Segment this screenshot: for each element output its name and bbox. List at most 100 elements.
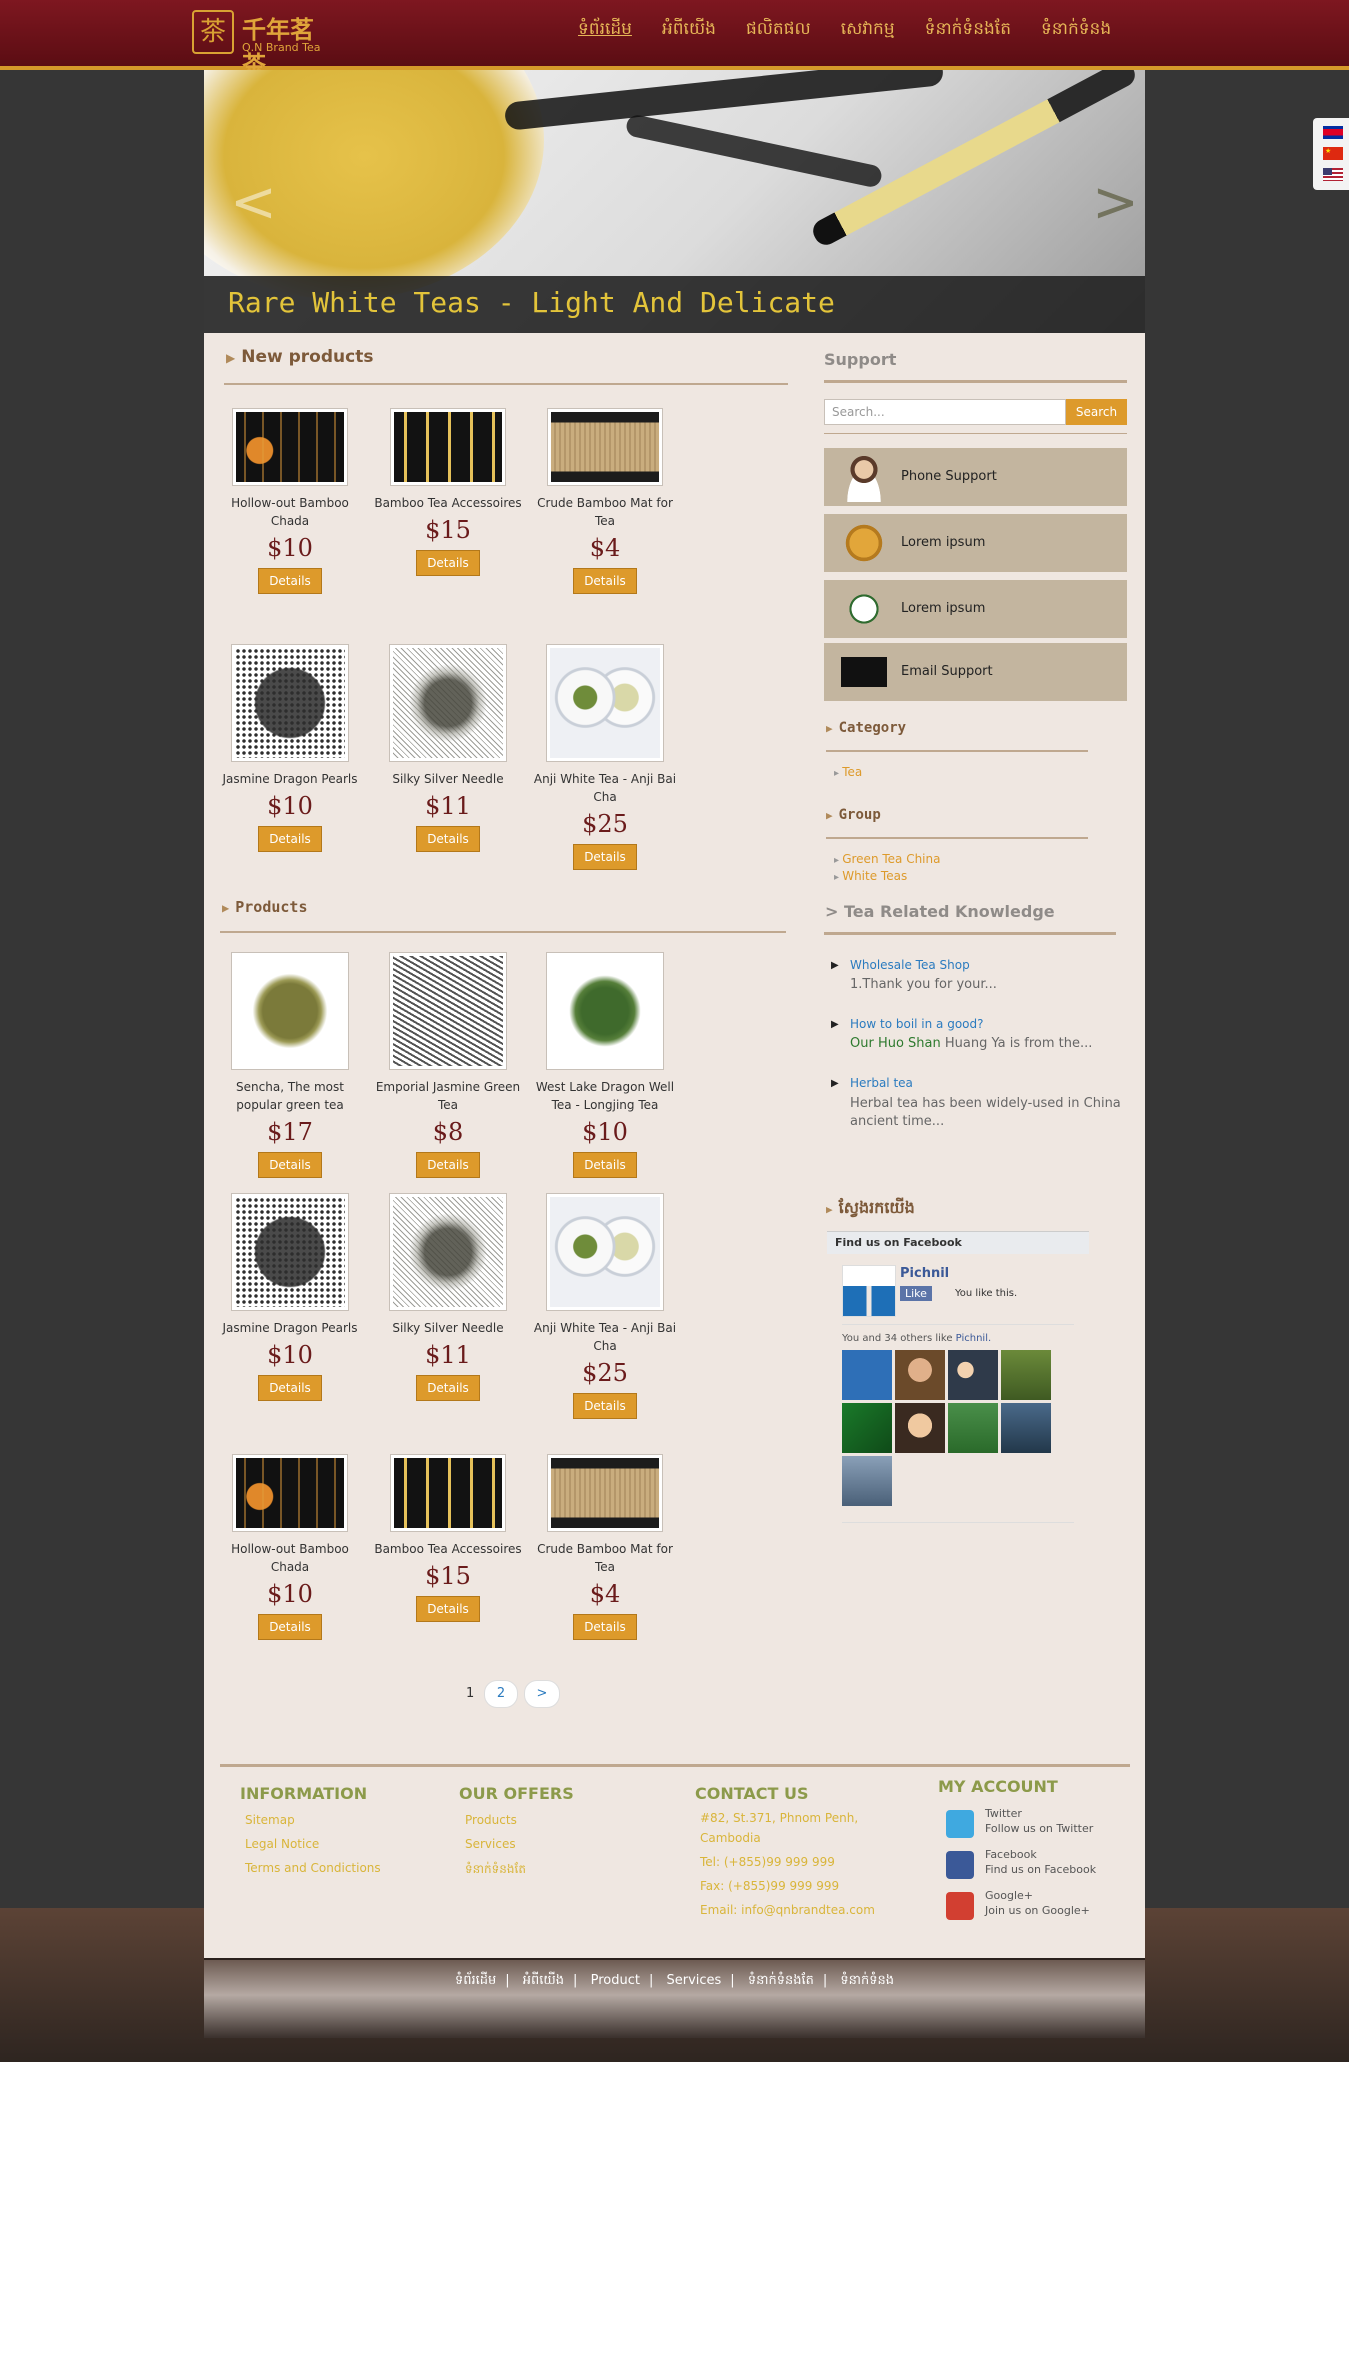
product-image[interactable] [389,952,507,1070]
fan-avatar[interactable] [1001,1403,1051,1453]
twitter-text[interactable]: Twitter Follow us on Twitter [985,1806,1093,1836]
support-item-2[interactable]: Lorem ipsum [824,514,1127,572]
bottom-nav-tea-contact[interactable]: ទំនាក់ទំនងតែ [748,1973,814,1988]
product-name[interactable]: West Lake Dragon Well Tea - Longjing Tea [530,1078,680,1114]
details-button[interactable]: Details [258,568,322,594]
google-plus-text[interactable]: Google+ Join us on Google+ [985,1888,1090,1918]
product-image[interactable] [232,408,348,486]
nav-tea-contact[interactable]: ទំនាក់ទំនងតែ [925,18,1011,43]
slider-prev-arrow-icon[interactable]: < [230,175,277,231]
bottom-nav-about[interactable]: អំពីយើង [523,1973,564,1988]
search-button[interactable]: Search [1066,399,1127,425]
details-button[interactable]: Details [573,1393,637,1419]
product-image[interactable] [232,1454,348,1532]
china-flag-icon[interactable] [1323,147,1343,160]
product-name[interactable]: Silky Silver Needle [373,770,523,788]
product-image[interactable] [547,1454,663,1532]
nav-services[interactable]: សេវាកម្ម [841,18,895,43]
product-image[interactable] [389,644,507,762]
details-button[interactable]: Details [573,568,637,594]
twitter-icon[interactable] [946,1810,974,1838]
footer-link-tea-contact[interactable]: ទំនាក់ទំនងតែ [465,1861,526,1879]
product-name[interactable]: Anji White Tea - Anji Bai Cha [530,770,680,806]
facebook-text[interactable]: Facebook Find us on Facebook [985,1847,1096,1877]
bottom-nav-product[interactable]: Product [591,1973,640,1988]
facebook-page-name[interactable]: Pichnil [900,1266,949,1281]
product-image[interactable] [547,408,663,486]
fan-avatar[interactable] [895,1350,945,1400]
facebook-icon[interactable] [946,1851,974,1879]
product-image[interactable] [546,1193,664,1311]
details-button[interactable]: Details [416,550,480,576]
group-link-green-tea[interactable]: Green Tea China [834,852,940,866]
support-email[interactable]: Email Support [824,643,1127,701]
product-name[interactable]: Jasmine Dragon Pearls [215,770,365,788]
category-link-tea[interactable]: Tea [834,765,862,779]
nav-home[interactable]: ទំព័រដើម [578,18,632,43]
nav-contact[interactable]: ទំនាក់ទំនង [1041,18,1111,43]
product-name[interactable]: Jasmine Dragon Pearls [215,1319,365,1337]
page-2-link[interactable]: 2 [484,1680,518,1708]
product-name[interactable]: Crude Bamboo Mat for Tea [530,494,680,530]
slider-next-arrow-icon[interactable]: > [1092,175,1139,231]
fan-avatar[interactable] [842,1350,892,1400]
footer-link-products[interactable]: Products [465,1813,517,1827]
product-name[interactable]: Silky Silver Needle [373,1319,523,1337]
footer-link-legal[interactable]: Legal Notice [245,1837,319,1851]
support-item-3[interactable]: Lorem ipsum [824,580,1127,638]
bottom-nav-contact[interactable]: ទំនាក់ទំនង [840,1973,894,1988]
search-input[interactable]: Search... [824,399,1066,425]
usa-flag-icon[interactable] [1323,168,1343,181]
fan-avatar[interactable] [948,1350,998,1400]
fan-avatar[interactable] [1001,1350,1051,1400]
details-button[interactable]: Details [258,1152,322,1178]
bottom-nav-services[interactable]: Services [666,1973,721,1988]
product-image[interactable] [390,1454,506,1532]
footer-link-terms[interactable]: Terms and Condictions [245,1861,381,1875]
product-name[interactable]: Bamboo Tea Accessoires [373,1540,523,1558]
facebook-like-button[interactable]: Like [900,1286,932,1301]
fan-avatar[interactable] [948,1403,998,1453]
product-name[interactable]: Hollow-out Bamboo Chada [215,1540,365,1576]
knowledge-link-1[interactable]: Wholesale Tea Shop [850,958,970,972]
details-button[interactable]: Details [573,1614,637,1640]
page-next-link[interactable]: > [524,1680,560,1708]
product-image[interactable] [231,1193,349,1311]
product-image[interactable] [390,408,506,486]
cambodia-flag-icon[interactable] [1323,126,1343,139]
pichnil-logo-icon[interactable] [842,1265,896,1317]
product-name[interactable]: Hollow-out Bamboo Chada [215,494,365,530]
support-phone[interactable]: Phone Support [824,448,1127,506]
product-image[interactable] [231,952,349,1070]
details-button[interactable]: Details [416,1152,480,1178]
product-name[interactable]: Crude Bamboo Mat for Tea [530,1540,680,1576]
product-name[interactable]: Emporial Jasmine Green Tea [373,1078,523,1114]
google-plus-icon[interactable] [946,1892,974,1920]
product-image[interactable] [389,1193,507,1311]
details-button[interactable]: Details [258,1375,322,1401]
footer-link-services[interactable]: Services [465,1837,516,1851]
details-button[interactable]: Details [573,1152,637,1178]
bottom-nav-home[interactable]: ទំព័រដើម [455,1973,496,1988]
details-button[interactable]: Details [258,826,322,852]
fan-avatar[interactable] [842,1456,892,1506]
fan-avatar[interactable] [842,1403,892,1453]
site-logo[interactable]: 茶 千年茗茶 Q.N Brand Tea [192,10,332,79]
knowledge-link-3[interactable]: Herbal tea [850,1076,913,1090]
nav-about[interactable]: អំពីយើង [662,18,716,43]
product-name[interactable]: Bamboo Tea Accessoires [373,494,523,512]
nav-products[interactable]: ផលិតផល [746,18,811,43]
product-image[interactable] [546,952,664,1070]
footer-email[interactable]: Email: info@qnbrandtea.com [700,1900,875,1920]
details-button[interactable]: Details [258,1614,322,1640]
product-name[interactable]: Anji White Tea - Anji Bai Cha [530,1319,680,1355]
knowledge-link-2[interactable]: How to boil in a good? [850,1017,984,1031]
details-button[interactable]: Details [416,826,480,852]
fan-avatar[interactable] [895,1403,945,1453]
details-button[interactable]: Details [416,1596,480,1622]
product-name[interactable]: Sencha, The most popular green tea [215,1078,365,1114]
details-button[interactable]: Details [416,1375,480,1401]
product-image[interactable] [546,644,664,762]
details-button[interactable]: Details [573,844,637,870]
footer-link-sitemap[interactable]: Sitemap [245,1813,295,1827]
